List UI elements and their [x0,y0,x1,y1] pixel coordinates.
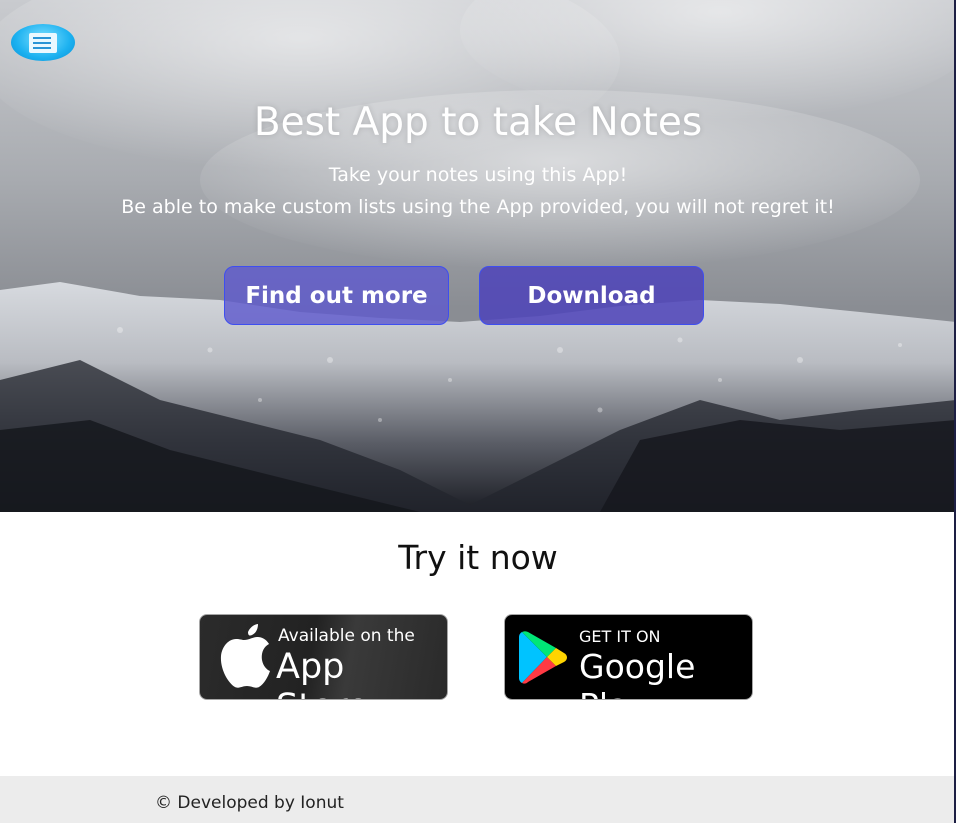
play-icon [519,631,567,684]
hero-subtitle-line1: Take your notes using this App! [328,164,628,186]
hero-section: Best App to take Notes Take your notes u… [0,0,956,512]
app-store-line1: Available on the [278,626,415,646]
footer-credit: © Developed by Ionut [155,793,344,813]
logo-button[interactable] [11,24,75,61]
apple-icon [220,624,270,688]
app-store-line2: App Store [276,647,369,699]
app-store-badge[interactable]: Available on the App Store [199,614,448,700]
download-button[interactable]: Download [479,266,704,325]
hero-subtitle-line2: Be able to make custom lists using the A… [121,196,835,218]
hero-title: Best App to take Notes [253,100,703,145]
try-it-now-heading: Try it now [398,538,558,577]
google-play-line2: Google Play [579,647,696,699]
google-play-badge[interactable]: GET IT ON Google Play [504,614,753,700]
google-play-line1: GET IT ON [579,627,661,646]
mountain-background [0,0,956,512]
notes-icon [29,32,57,53]
find-out-more-button[interactable]: Find out more [224,266,449,325]
footer: © Developed by Ionut [0,776,956,823]
